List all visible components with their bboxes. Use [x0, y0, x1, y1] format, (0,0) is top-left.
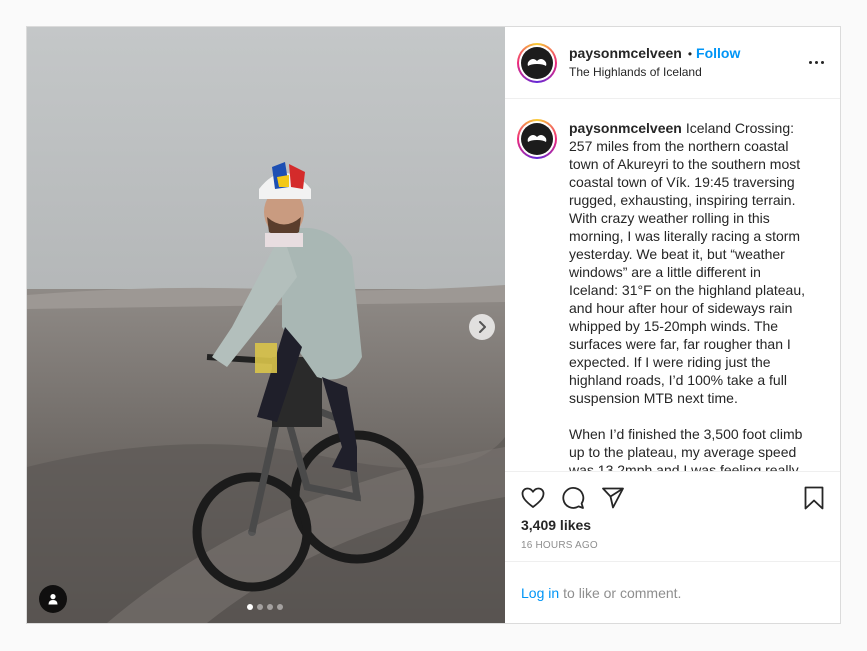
location-link[interactable]: The Highlands of Iceland	[569, 65, 740, 80]
mustache-logo-icon	[521, 46, 553, 79]
carousel-dot	[277, 604, 283, 610]
carousel-indicator	[247, 604, 283, 610]
comment-login-bar: Log in to like or comment.	[505, 561, 840, 623]
post-caption: paysonmcelveen Iceland Crossing: 257 mile…	[569, 119, 807, 471]
post-timestamp[interactable]: 16 HOURS AGO	[505, 540, 840, 551]
carousel-dot	[247, 604, 253, 610]
carousel-dot	[257, 604, 263, 610]
follow-button[interactable]: Follow	[696, 45, 740, 63]
comment-icon[interactable]	[561, 486, 585, 510]
bookmark-icon[interactable]	[802, 486, 826, 510]
user-tag-icon	[48, 594, 58, 605]
next-slide-button[interactable]	[469, 314, 495, 340]
author-username[interactable]: paysonmcelveen	[569, 45, 682, 63]
comment-prompt: to like or comment.	[563, 584, 682, 601]
heart-icon[interactable]	[521, 486, 545, 510]
caption-paragraph: paysonmcelveen Iceland Crossing: 257 mile…	[569, 119, 807, 407]
action-bar	[505, 471, 840, 523]
share-icon[interactable]	[601, 486, 625, 510]
caption-text: Iceland Crossing: 257 miles from the nor…	[569, 120, 805, 406]
caption-section: paysonmcelveen Iceland Crossing: 257 mile…	[505, 99, 840, 471]
cyclist-photo	[27, 27, 505, 623]
user-tags-button[interactable]	[39, 585, 67, 613]
more-options-icon[interactable]	[809, 57, 824, 68]
header-meta: paysonmcelveen • Follow The Highlands of…	[569, 45, 740, 80]
carousel-dot	[267, 604, 273, 610]
chevron-right-icon	[479, 321, 486, 333]
separator-bullet: •	[687, 46, 693, 61]
post-header: paysonmcelveen • Follow The Highlands of…	[505, 27, 840, 99]
login-link[interactable]: Log in	[521, 585, 559, 601]
mustache-logo-icon	[521, 123, 553, 155]
avatar[interactable]	[517, 43, 557, 83]
caption-username[interactable]: paysonmcelveen	[569, 120, 682, 136]
avatar[interactable]	[517, 119, 557, 159]
caption-paragraph: When I’d finished the 3,500 foot climb u…	[569, 426, 803, 471]
post-side-panel: paysonmcelveen • Follow The Highlands of…	[505, 27, 840, 623]
instagram-post: paysonmcelveen • Follow The Highlands of…	[26, 26, 841, 624]
post-photo[interactable]	[27, 27, 505, 623]
